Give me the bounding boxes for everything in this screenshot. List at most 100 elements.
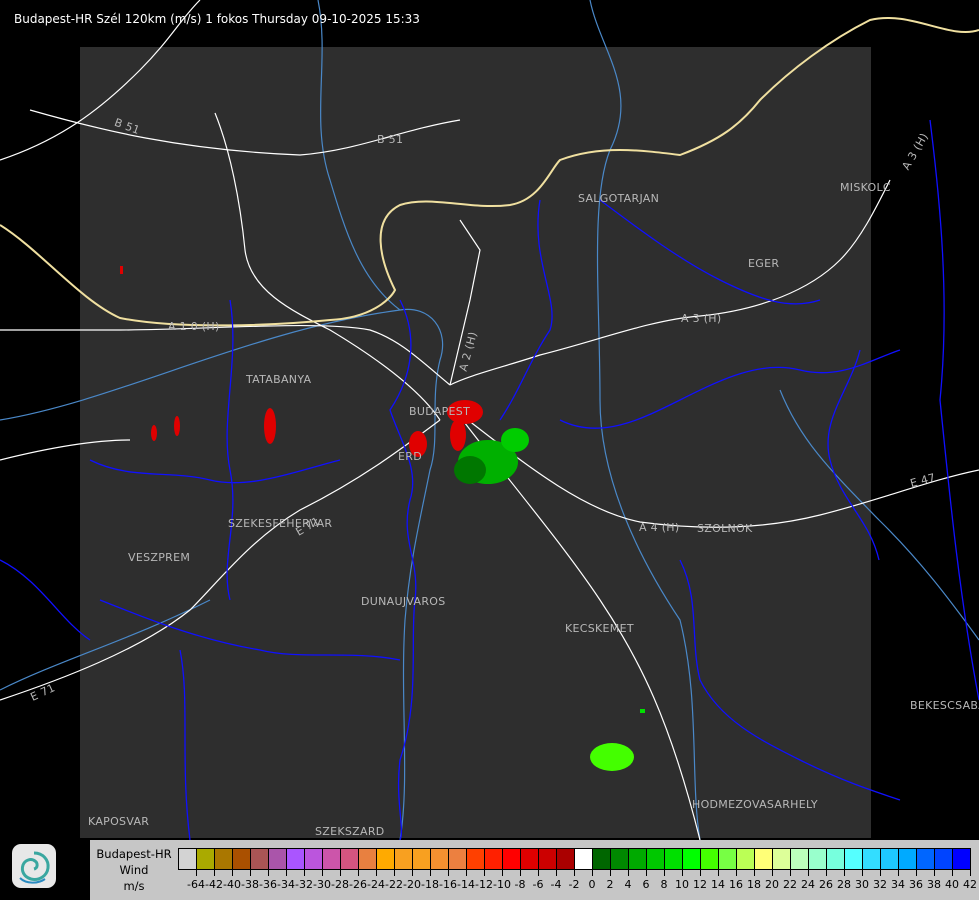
legend-tick-mark <box>250 869 251 876</box>
legend-swatch <box>449 849 467 869</box>
legend-swatch <box>917 849 935 869</box>
legend-tick-mark <box>502 869 503 876</box>
echo-green <box>640 709 645 713</box>
legend-swatch <box>305 849 323 869</box>
legend-tick-label: 20 <box>765 878 779 891</box>
legend-tick-label: 34 <box>891 878 905 891</box>
city-label-kecskemet: KECSKEMET <box>565 622 634 635</box>
legend-swatch <box>431 849 449 869</box>
legend-tick-label: -64 <box>187 878 205 891</box>
legend-tick-mark <box>718 869 719 876</box>
legend-swatch <box>287 849 305 869</box>
legend-tick-label: 36 <box>909 878 923 891</box>
legend-tick-mark <box>448 869 449 876</box>
city-label-erd: ERD <box>398 450 422 463</box>
legend-unit: m/s <box>123 879 145 893</box>
legend-tick-mark <box>286 869 287 876</box>
legend-tick-label: -36 <box>259 878 277 891</box>
legend-tick-label: -24 <box>367 878 385 891</box>
legend-label: Budapest-HR Wind m/s <box>90 840 178 900</box>
legend-tick-label: -6 <box>532 878 544 891</box>
city-label-veszprem: VESZPREM <box>128 551 191 564</box>
echo-green <box>454 456 486 484</box>
legend-tick-label: -26 <box>349 878 367 891</box>
legend-tick-label: 24 <box>801 878 815 891</box>
legend-tick-mark <box>394 869 395 876</box>
legend-tick-label: -42 <box>205 878 223 891</box>
legend-swatch <box>611 849 629 869</box>
legend-swatch <box>737 849 755 869</box>
legend-tick-label: -18 <box>421 878 439 891</box>
city-label-szekszard: SZEKSZARD <box>315 825 385 838</box>
legend-tick-mark <box>952 869 953 876</box>
echo-red <box>120 266 123 274</box>
legend-tick-label: -4 <box>550 878 562 891</box>
legend-radar-name: Budapest-HR <box>96 847 172 861</box>
city-label-salgotarjan: SALGOTARJAN <box>578 192 660 205</box>
legend-tick-label: 8 <box>660 878 668 891</box>
legend-swatch <box>665 849 683 869</box>
legend-tick-mark <box>412 869 413 876</box>
city-label-bekescsaba: BEKESCSABA <box>910 699 979 712</box>
legend-tick-label: 0 <box>588 878 596 891</box>
legend-tick-mark <box>628 869 629 876</box>
legend-tick-mark <box>430 869 431 876</box>
legend-tick-label: -34 <box>277 878 295 891</box>
legend-tick-mark <box>340 869 341 876</box>
legend-tick-label: -2 <box>568 878 580 891</box>
legend-swatch <box>557 849 575 869</box>
legend-swatch <box>629 849 647 869</box>
legend-swatch <box>197 849 215 869</box>
radar-map <box>0 0 979 841</box>
legend-swatch <box>827 849 845 869</box>
legend-tick-mark <box>862 869 863 876</box>
echo-red <box>174 416 180 436</box>
legend-tick-mark <box>574 869 575 876</box>
legend-swatch <box>809 849 827 869</box>
legend-swatch <box>413 849 431 869</box>
legend-tick-label: 22 <box>783 878 797 891</box>
city-label-eger: EGER <box>748 257 780 270</box>
logo <box>12 844 56 888</box>
legend-swatch <box>179 849 197 869</box>
legend-tick-label: 30 <box>855 878 869 891</box>
legend-swatch <box>701 849 719 869</box>
legend-swatch <box>755 849 773 869</box>
color-legend: Budapest-HR Wind m/s -64 -42 -40 -38 -36 -34-… <box>90 840 979 900</box>
legend-tick-label: 14 <box>711 878 725 891</box>
legend-tick-mark <box>736 869 737 876</box>
city-label-budapest: BUDAPEST <box>409 405 471 418</box>
swirl-logo-icon <box>19 851 50 884</box>
legend-tick-mark <box>592 869 593 876</box>
map-title: Budapest-HR Szél 120km (m/s) 1 fokos Thu… <box>14 12 420 26</box>
legend-tick-mark <box>466 869 467 876</box>
legend-tick-label: 26 <box>819 878 833 891</box>
legend-tick-label: 28 <box>837 878 851 891</box>
city-label-tatabanya: TATABANYA <box>246 373 312 386</box>
legend-tick-label: -22 <box>385 878 403 891</box>
legend-tick-mark <box>484 869 485 876</box>
legend-swatch <box>503 849 521 869</box>
legend-swatch <box>881 849 899 869</box>
legend-tick-label: -32 <box>295 878 313 891</box>
legend-swatch <box>719 849 737 869</box>
legend-tick-mark <box>844 869 845 876</box>
legend-swatch <box>395 849 413 869</box>
legend-tick-label: -8 <box>514 878 526 891</box>
legend-tick-label: -30 <box>313 878 331 891</box>
legend-swatch <box>899 849 917 869</box>
legend-tick-mark <box>916 869 917 876</box>
legend-tick-label: 32 <box>873 878 887 891</box>
legend-quantity: Wind <box>119 863 149 877</box>
road-label-b51-east: B 51 <box>377 133 404 146</box>
legend-tick-label: 12 <box>693 878 707 891</box>
road-label-a10: A 1 0 (H) <box>168 320 220 333</box>
legend-swatch <box>233 849 251 869</box>
echo-green <box>590 743 634 771</box>
legend-tick-mark <box>322 869 323 876</box>
legend-swatch <box>377 849 395 869</box>
legend-tick-label: 42 <box>963 878 977 891</box>
legend-tick-mark <box>934 869 935 876</box>
legend-swatch <box>359 849 377 869</box>
legend-tick-mark <box>790 869 791 876</box>
